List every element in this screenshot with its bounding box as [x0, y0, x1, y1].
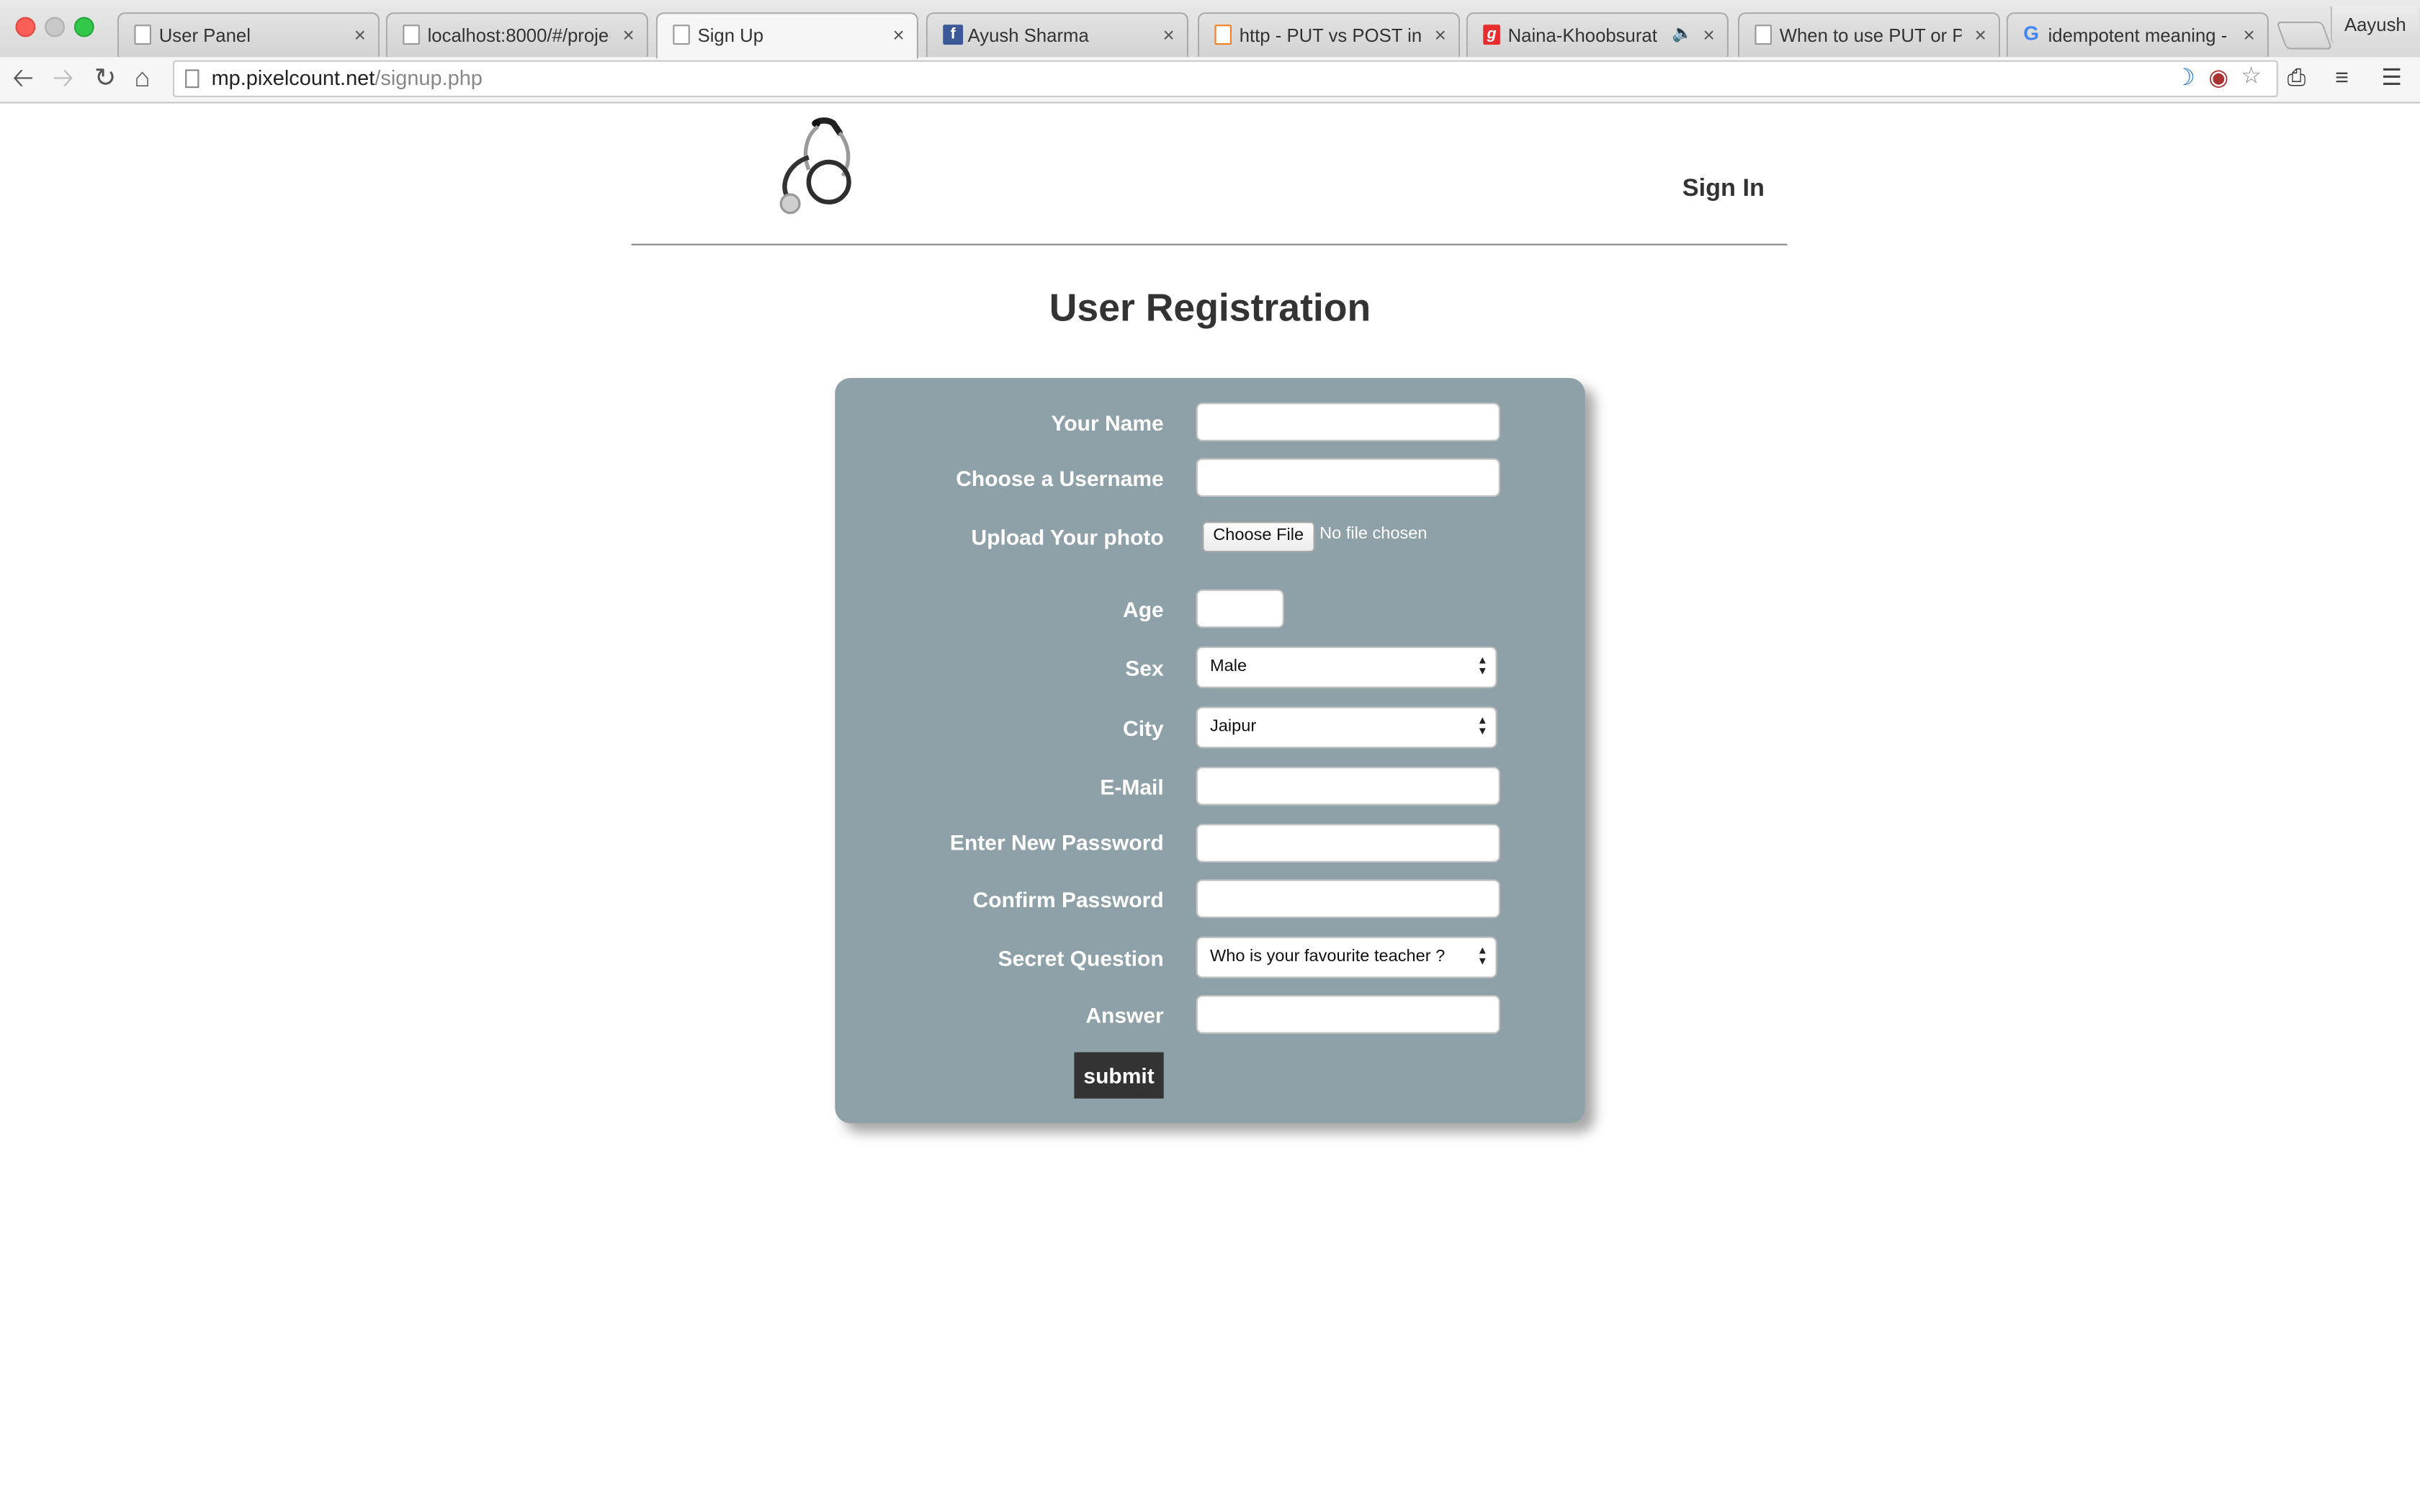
google-icon: G: [2023, 22, 2039, 45]
url-host: mp.pixelcount.net: [211, 66, 375, 90]
tab-close-icon[interactable]: ×: [1162, 23, 1174, 46]
username-label: Choose a Username: [956, 466, 1164, 491]
username-input[interactable]: [1196, 458, 1500, 497]
tab-close-icon[interactable]: ×: [1975, 23, 1986, 46]
header-divider: [631, 243, 1788, 246]
tab-title: http - PUT vs POST in REST: [1239, 24, 1422, 47]
stackoverflow-icon: [1214, 24, 1232, 45]
choose-file-button[interactable]: Choose File: [1202, 521, 1315, 553]
profile-button[interactable]: Aayush: [2330, 6, 2419, 44]
browser-toolbar: 🡠 🡢 ↻ ⌂ mp.pixelcount.net/signup.php ☽ ◉…: [0, 57, 2420, 104]
age-label: Age: [1123, 597, 1164, 622]
secret-question-label: Secret Question: [998, 945, 1164, 971]
tab-close-icon[interactable]: ×: [1703, 23, 1714, 46]
extension-stack-icon[interactable]: ≡: [2335, 63, 2349, 94]
tab-put-or-post[interactable]: When to use PUT or POST ×: [1737, 12, 2001, 58]
confirm-password-label: Confirm Password: [972, 887, 1164, 912]
extension-moon-icon[interactable]: ☽: [2174, 63, 2195, 94]
tab-close-icon[interactable]: ×: [354, 23, 366, 46]
url-path: /signup.php: [375, 66, 483, 90]
tab-title: User Panel: [158, 24, 251, 47]
tab-localhost[interactable]: localhost:8000/#/projects ×: [385, 12, 648, 58]
page-title: User Registration: [1049, 287, 1371, 330]
city-select[interactable]: Jaipur ▲ ▼: [1196, 706, 1497, 749]
tab-close-icon[interactable]: ×: [2243, 23, 2254, 46]
window-close-button[interactable]: [15, 17, 36, 37]
stethoscope-logo[interactable]: [771, 114, 864, 225]
email-input[interactable]: [1196, 767, 1500, 806]
answer-input[interactable]: [1196, 995, 1500, 1034]
tab-strip: User Panel × localhost:8000/#/projects ×…: [0, 0, 2420, 59]
reload-icon[interactable]: ↻: [94, 62, 117, 96]
extension-device-icon[interactable]: ⎙: [2287, 63, 2306, 94]
file-status: No file chosen: [1319, 524, 1428, 544]
registration-form: Your Name Choose a Username Upload Your …: [835, 378, 1585, 1123]
tab-close-icon[interactable]: ×: [892, 23, 904, 46]
tab-title: When to use PUT or POST: [1779, 24, 1962, 47]
sex-selected-value: Male: [1210, 657, 1247, 676]
url-text: mp.pixelcount.net/signup.php: [212, 66, 483, 89]
city-selected-value: Jaipur: [1210, 717, 1257, 737]
window-minimize-button[interactable]: [45, 17, 65, 37]
sign-in-link[interactable]: Sign In: [1682, 176, 1765, 204]
tab-title: localhost:8000/#/projects: [427, 24, 610, 47]
select-arrows-icon: ▲ ▼: [1476, 945, 1488, 968]
tab-gaana[interactable]: g Naina-Khoobsurat 🔈 ×: [1466, 12, 1729, 58]
tab-title: Ayush Sharma: [967, 24, 1089, 47]
age-input[interactable]: [1196, 589, 1284, 629]
name-input[interactable]: [1196, 402, 1500, 441]
submit-button[interactable]: submit: [1074, 1052, 1164, 1099]
tab-stackoverflow[interactable]: http - PUT vs POST in REST ×: [1197, 12, 1461, 58]
sex-select[interactable]: Male ▲ ▼: [1196, 646, 1497, 688]
page-icon: [673, 24, 690, 45]
sex-label: Sex: [1125, 655, 1164, 680]
select-arrows-icon: ▲ ▼: [1476, 716, 1488, 738]
email-label: E-Mail: [1100, 774, 1164, 799]
tab-title: idempotent meaning - Google: [2048, 24, 2231, 47]
tab-close-icon[interactable]: ×: [622, 23, 634, 46]
speaker-icon[interactable]: 🔈: [1672, 23, 1693, 43]
page-info-icon[interactable]: [185, 69, 200, 89]
gaana-icon: g: [1483, 24, 1500, 45]
tab-close-icon[interactable]: ×: [1435, 23, 1446, 46]
new-password-label: Enter New Password: [949, 829, 1164, 855]
menu-icon[interactable]: ☰: [2381, 63, 2402, 94]
browser-window: User Panel × localhost:8000/#/projects ×…: [0, 0, 2420, 1512]
extension-badge-icon[interactable]: ◉: [2208, 63, 2228, 94]
tab-user-panel[interactable]: User Panel ×: [117, 12, 380, 58]
city-label: City: [1123, 716, 1164, 741]
secret-question-selected-value: Who is your favourite teacher ?: [1210, 947, 1446, 966]
facebook-icon: f: [943, 24, 964, 45]
back-arrow-icon[interactable]: 🡠: [12, 62, 34, 96]
new-password-input[interactable]: [1196, 824, 1500, 863]
home-icon[interactable]: ⌂: [134, 62, 150, 96]
tab-facebook[interactable]: f Ayush Sharma ×: [926, 12, 1188, 58]
forward-arrow-icon[interactable]: 🡢: [53, 62, 74, 96]
window-zoom-button[interactable]: [73, 17, 94, 37]
tab-title: Sign Up: [697, 24, 764, 47]
confirm-password-input[interactable]: [1196, 879, 1500, 918]
page-icon: [403, 24, 420, 45]
tab-sign-up[interactable]: Sign Up ×: [655, 12, 918, 59]
bookmark-star-icon[interactable]: ☆: [2241, 62, 2262, 93]
address-bar[interactable]: mp.pixelcount.net/signup.php ☽ ◉ ☆: [173, 60, 2278, 97]
name-label: Your Name: [1051, 410, 1164, 436]
photo-label: Upload Your photo: [971, 524, 1164, 549]
answer-label: Answer: [1085, 1002, 1164, 1028]
tab-google[interactable]: G idempotent meaning - Google ×: [2006, 12, 2269, 58]
page-icon: [1754, 24, 1772, 45]
tab-title: Naina-Khoobsurat: [1507, 24, 1657, 47]
secret-question-select[interactable]: Who is your favourite teacher ? ▲ ▼: [1196, 936, 1497, 978]
page-icon: [134, 24, 151, 45]
new-tab-button[interactable]: [2276, 22, 2333, 50]
select-arrows-icon: ▲ ▼: [1476, 655, 1488, 678]
